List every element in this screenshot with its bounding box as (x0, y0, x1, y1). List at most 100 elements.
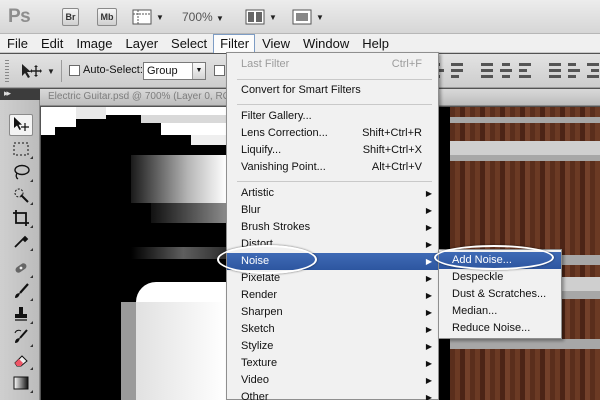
menu-separator (237, 181, 432, 182)
distribute-bottom-edges-icon[interactable] (518, 61, 532, 81)
menu-item-median[interactable]: Median... (439, 303, 561, 320)
move-tool-icon[interactable] (20, 62, 44, 83)
menu-item-noise[interactable]: Noise ▶ (227, 253, 438, 270)
canvas-pixels (106, 107, 226, 115)
move-tool[interactable] (9, 114, 33, 136)
menu-separator (237, 79, 432, 80)
menu-item-vanishing-point[interactable]: Vanishing Point... Alt+Ctrl+V (227, 159, 438, 176)
collapse-panel-icon[interactable]: ▸▸ (4, 88, 11, 99)
submenu-arrow-icon: ▶ (425, 240, 432, 249)
menu-item-sharpen[interactable]: Sharpen ▶ (227, 304, 438, 321)
menu-item-other[interactable]: Other ▶ (227, 389, 438, 400)
view-extras-icon[interactable]: ▼ (132, 8, 164, 26)
submenu-arrow-icon: ▶ (425, 342, 432, 351)
menu-item-lens-correction[interactable]: Lens Correction... Shift+Ctrl+R (227, 125, 438, 142)
menu-edit[interactable]: Edit (34, 34, 69, 53)
menu-item-despeckle[interactable]: Despeckle (439, 269, 561, 286)
menu-item-dust-scratches[interactable]: Dust & Scratches... (439, 286, 561, 303)
shortcut: Ctrl+F (391, 58, 422, 70)
menu-item-brush-strokes[interactable]: Brush Strokes ▶ (227, 219, 438, 236)
menu-item-blur[interactable]: Blur ▶ (227, 202, 438, 219)
screen-mode-icon[interactable]: ▼ (292, 8, 324, 26)
menu-view[interactable]: View (255, 34, 296, 53)
submenu-arrow-icon: ▶ (425, 189, 432, 198)
gradient-icon (13, 376, 29, 390)
submenu-arrow-icon: ▶ (425, 325, 432, 334)
menu-item-video[interactable]: Video ▶ (227, 372, 438, 389)
menu-item-liquify[interactable]: Liquify... Shift+Ctrl+X (227, 142, 438, 159)
menu-item-sketch[interactable]: Sketch ▶ (227, 321, 438, 338)
quick-selection-icon (14, 188, 29, 203)
menu-item-artistic[interactable]: Artistic ▶ (227, 185, 438, 202)
eyedropper-tool[interactable] (9, 230, 33, 252)
eraser-tool[interactable] (9, 349, 33, 371)
noise-submenu: Add Noise... Despeckle Dust & Scratches.… (438, 249, 562, 339)
eyedropper-icon (14, 235, 29, 248)
marquee-icon (13, 142, 29, 156)
document-title: Electric Guitar.psd @ 700% (Layer 0, RGB… (48, 91, 249, 102)
menu-window[interactable]: Window (296, 34, 355, 53)
distribute-right-edges-icon[interactable] (586, 61, 600, 81)
show-transform-controls-checkbox[interactable] (214, 65, 225, 76)
spot-healing-tool[interactable] (9, 257, 33, 279)
divider (61, 60, 62, 82)
submenu-arrow-icon: ▶ (425, 291, 432, 300)
menu-help[interactable]: Help (355, 34, 395, 53)
bridge-button[interactable]: Br (62, 8, 79, 26)
rectangular-marquee-tool[interactable] (9, 138, 33, 160)
menu-item-distort[interactable]: Distort ▶ (227, 236, 438, 253)
clone-stamp-tool[interactable] (9, 303, 33, 325)
distribute-left-edges-icon[interactable] (548, 61, 562, 81)
menu-item-pixelate[interactable]: Pixelate ▶ (227, 270, 438, 287)
menu-image[interactable]: Image (69, 34, 118, 53)
auto-select-checkbox[interactable] (69, 65, 80, 76)
distribute-top-edges-icon[interactable] (480, 61, 494, 81)
chevron-down-icon: ▼ (192, 63, 205, 79)
chevron-down-icon: ▼ (216, 14, 224, 23)
lasso-tool[interactable] (9, 161, 33, 183)
quick-selection-tool[interactable] (9, 184, 33, 206)
canvas-pixels (136, 282, 226, 302)
menu-select[interactable]: Select (164, 34, 213, 53)
eraser-icon (14, 355, 28, 367)
align-distribute-icons (412, 61, 600, 81)
distribute-horizontal-centers-icon[interactable] (567, 61, 581, 81)
auto-select-value: Group (147, 65, 178, 77)
menu-filter[interactable]: Filter (213, 34, 256, 53)
options-bar-grip[interactable] (5, 60, 9, 82)
brush-tool[interactable] (9, 280, 33, 302)
photoshop-logo: Ps (8, 6, 31, 27)
tools-panel (0, 100, 40, 400)
application-bar: Ps Br Mb ▼ 700% ▼ ▼ ▼ (0, 0, 600, 34)
canvas-pixels (41, 107, 55, 135)
canvas-pixels (76, 107, 106, 119)
menu-item-convert-smart-filters[interactable]: Convert for Smart Filters (227, 82, 438, 99)
auto-select-dropdown[interactable]: Group ▼ (143, 62, 206, 80)
align-bottom-edges-icon[interactable] (450, 61, 464, 81)
mini-bridge-button[interactable]: Mb (97, 8, 117, 26)
menu-item-add-noise[interactable]: Add Noise... (439, 252, 561, 269)
canvas-pixels (121, 302, 136, 400)
menu-item-texture[interactable]: Texture ▶ (227, 355, 438, 372)
move-tool-icon (14, 117, 29, 131)
chevron-down-icon: ▼ (156, 12, 164, 22)
menu-item-reduce-noise[interactable]: Reduce Noise... (439, 320, 561, 337)
filter-menu: Last Filter Ctrl+F Convert for Smart Filt… (226, 52, 439, 400)
history-brush-tool[interactable] (9, 326, 33, 348)
chevron-down-icon: ▼ (316, 12, 324, 22)
gradient-tool[interactable] (9, 372, 33, 394)
chevron-down-icon[interactable]: ▼ (47, 67, 55, 76)
chevron-down-icon: ▼ (269, 12, 277, 22)
menu-file[interactable]: File (0, 34, 34, 53)
auto-select-label: Auto-Select: (83, 64, 143, 76)
crop-icon (13, 210, 29, 226)
zoom-level[interactable]: 700% ▼ (182, 10, 224, 24)
menu-item-last-filter[interactable]: Last Filter Ctrl+F (227, 56, 438, 73)
distribute-vertical-centers-icon[interactable] (499, 61, 513, 81)
menu-item-stylize[interactable]: Stylize ▶ (227, 338, 438, 355)
menu-layer[interactable]: Layer (119, 34, 165, 53)
crop-tool[interactable] (9, 207, 33, 229)
menu-item-filter-gallery[interactable]: Filter Gallery... (227, 108, 438, 125)
menu-item-render[interactable]: Render ▶ (227, 287, 438, 304)
arrange-documents-icon[interactable]: ▼ (245, 8, 277, 26)
